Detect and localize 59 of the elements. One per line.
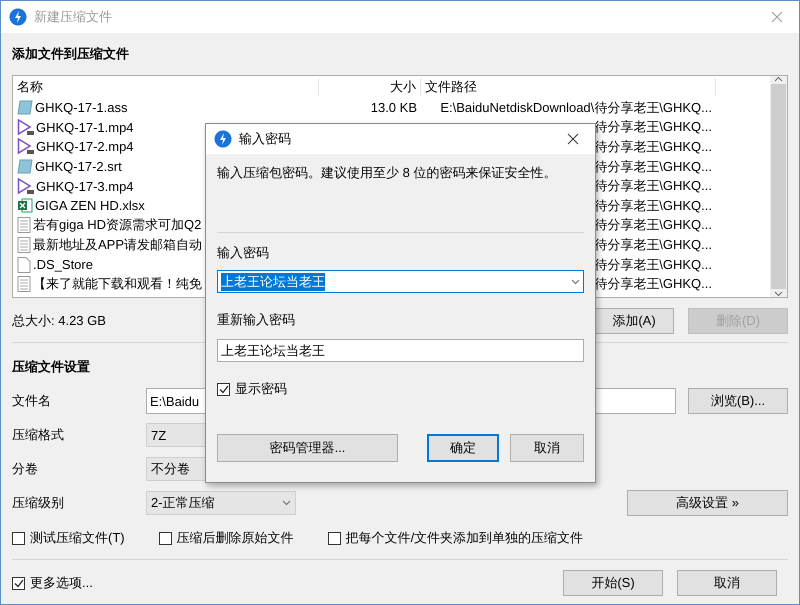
setting-label: 文件名 [12,392,52,410]
setting-dropdown[interactable]: 2-正常压缩 [146,491,296,515]
checkbox-box[interactable] [328,532,341,544]
ok-button[interactable]: 确定 [427,434,499,462]
password-hint: 输入压缩包密码。建议使用至少 8 位的密码来保证安全性。 [217,164,558,182]
text-file-icon [17,217,31,234]
section-heading: 压缩文件设置 [12,358,91,376]
file-path: E:\BaiduNetdiskDownload\待分享老王\GHKQ... [439,98,713,117]
close-icon [567,133,579,145]
add-button[interactable]: 添加(A) [594,308,674,334]
spreadsheet-file-icon [17,198,33,214]
check-icon [218,384,228,394]
file-icon [17,159,33,174]
video-file-icon [17,178,34,195]
section-heading: 添加文件到压缩文件 [12,45,130,63]
field-label: 重新输入密码 [217,311,296,329]
checkbox[interactable]: 测试压缩文件(T) [12,529,125,547]
check-icon [14,578,24,588]
setting-label: 压缩级别 [12,494,65,512]
cancel-button[interactable]: 取消 [510,434,584,462]
chevron-down-icon [282,500,291,506]
checkbox-box[interactable] [158,532,172,544]
file-icon [17,100,33,116]
file-name: GHKQ-17-1.ass [13,100,319,116]
column-header[interactable]: 大小 [319,78,421,96]
checkbox-box[interactable] [12,576,25,590]
window-title: 新建压缩文件 [34,8,113,26]
blank-file-icon [17,256,31,273]
chevron-down-icon [571,278,580,284]
field-label: 输入密码 [217,244,270,262]
scrollbar[interactable] [770,76,787,297]
app-logo-icon [214,130,232,148]
confirm-password-field[interactable]: 上老王论坛当老王 [217,339,584,362]
checkbox-box[interactable] [217,382,230,396]
browse-button[interactable]: 浏览(B)... [688,388,788,414]
checkbox[interactable]: 把每个文件/文件夹添加到单独的压缩文件 [328,529,584,547]
advanced-settings-button[interactable]: 高级设置 » [627,490,788,516]
file-size: 13.0 KB [370,100,418,116]
video-file-icon [17,118,34,136]
checkbox[interactable]: 压缩后删除原始文件 [158,529,294,547]
column-header[interactable]: 文件路径 [421,78,716,96]
scroll-up-icon [774,76,783,82]
password-field[interactable]: 上老王论坛当老王 [217,270,584,293]
app-logo-icon [9,8,27,26]
total-size: 总大小: 4.23 GB [12,312,106,330]
setting-label: 分卷 [12,460,39,478]
text-file-icon [17,236,31,253]
text-file-icon [17,276,31,292]
setting-label: 压缩格式 [12,426,65,444]
scroll-down-icon [774,291,783,297]
video-file-icon [17,138,34,156]
close-icon [771,11,783,23]
password-manager-button[interactable]: 密码管理器... [217,434,398,462]
cancel-button[interactable]: 取消 [677,570,777,596]
checkbox-box[interactable] [12,532,25,544]
checkbox[interactable]: 更多选项... [12,574,93,592]
checkbox[interactable]: 显示密码 [217,380,287,398]
column-header[interactable]: 名称 [13,78,319,96]
start-button[interactable]: 开始(S) [563,570,663,596]
